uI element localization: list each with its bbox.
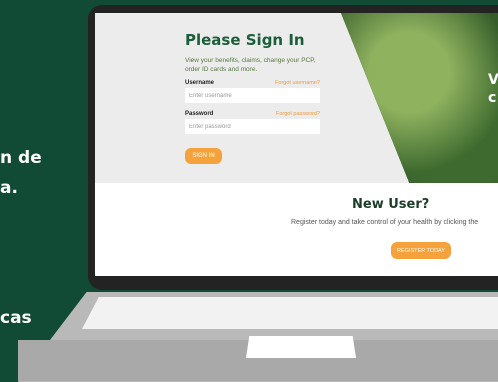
background-text-line-1: n de	[0, 148, 42, 168]
background-text-line-2: a.	[0, 178, 18, 198]
hero-photo-text: V c	[488, 71, 498, 107]
password-input[interactable]	[185, 119, 320, 134]
laptop-keyboard-area	[82, 297, 498, 329]
hero-photo-text-line-1: V	[488, 72, 498, 88]
laptop-screen: V c Please Sign In View your benefits, c…	[95, 13, 498, 276]
password-label: Password	[185, 111, 214, 117]
username-input[interactable]	[185, 88, 320, 103]
username-label-row: Username Forgot username?	[185, 80, 320, 86]
username-label: Username	[185, 80, 215, 86]
hero-photo-text-line-2: c	[488, 90, 497, 106]
forgot-username-link[interactable]: Forgot username?	[275, 80, 320, 86]
new-user-title: New User?	[352, 197, 430, 212]
register-description: Register today and take control of your …	[291, 219, 479, 226]
new-user-section: New User? Register today and take contro…	[95, 183, 498, 276]
background-text-line-3: cas	[0, 308, 32, 328]
password-label-row: Password Forgot password?	[185, 111, 320, 117]
sign-in-button[interactable]: SIGN IN	[185, 148, 222, 164]
laptop-touchpad	[246, 336, 356, 358]
sign-in-description: View your benefits, claims, change your …	[185, 57, 316, 73]
register-today-button[interactable]: REGISTER TODAY	[391, 242, 451, 259]
sign-in-form: Please Sign In View your benefits, claim…	[185, 31, 320, 164]
forgot-password-link[interactable]: Forgot password?	[276, 111, 320, 117]
sign-in-title: Please Sign In	[185, 31, 305, 49]
